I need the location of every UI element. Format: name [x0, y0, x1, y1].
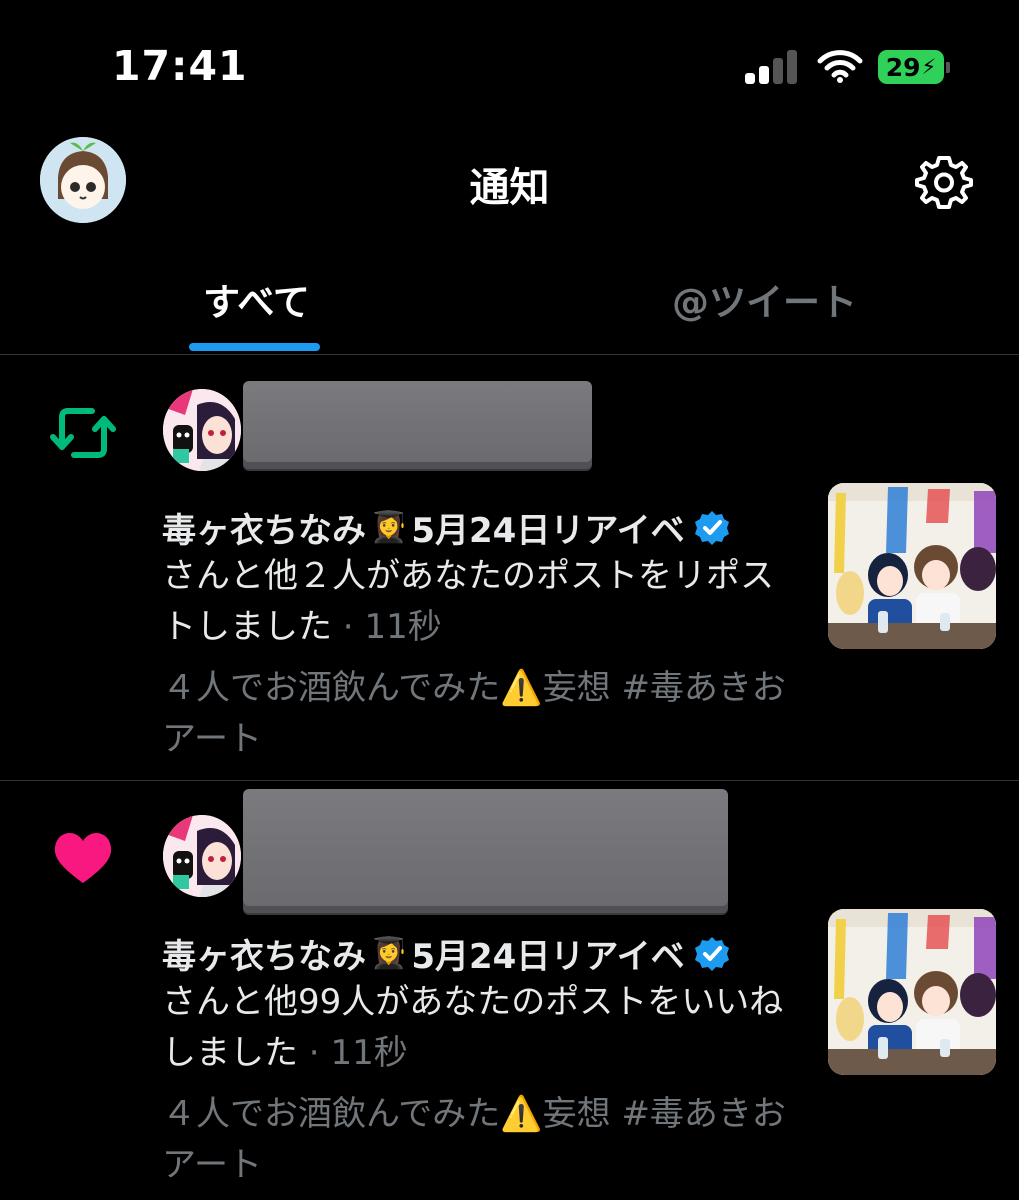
page-title: 通知 [469, 165, 550, 211]
student-emoji: 👩‍🎓 [370, 936, 408, 971]
notification-item[interactable]: 毒ヶ衣ちなみ 👩‍🎓 5月24日リアイベ さんと他２人があなたのポストをリポスト… [0, 355, 1019, 781]
verified-badge-icon [694, 510, 729, 545]
notification-message: さんと他99人があなたのポストをいいねしました [162, 982, 784, 1073]
character-avatar-image [163, 815, 241, 897]
redacted-name-block [243, 381, 592, 469]
actor-name: 毒ヶ衣ちなみ [162, 937, 366, 977]
charging-bolt-icon: ⚡ [921, 55, 937, 79]
repost-icon [50, 408, 116, 458]
post-thumbnail[interactable] [828, 483, 996, 649]
actor-avatar[interactable] [163, 815, 241, 897]
tab-mentions[interactable]: @ツイート [672, 272, 857, 326]
illustration-thumbnail-image [828, 483, 996, 649]
selected-tab-indicator [189, 343, 320, 351]
post-preview-text: ４人でお酒飲んでみた⚠️妄想 #毒あきおアート [162, 1094, 786, 1185]
notification-message: さんと他２人があなたのポストをリポストしました [162, 556, 774, 647]
status-bar: 17:41 29 ⚡ [0, 0, 1019, 130]
post-thumbnail[interactable] [828, 909, 996, 1075]
notification-time: 11秒 [364, 607, 442, 647]
actor-name-suffix: 5月24日リアイベ [411, 937, 685, 977]
illustration-thumbnail-image [828, 909, 996, 1075]
verified-badge-icon [694, 936, 729, 971]
gear-icon[interactable] [914, 152, 974, 212]
notification-text: さんと他２人があなたのポストをリポストしました · 11秒 [162, 556, 774, 647]
heart-icon [54, 832, 112, 883]
battery-tip [946, 62, 950, 73]
actor-name-line[interactable]: 毒ヶ衣ちなみ 👩‍🎓 5月24日リアイベ [162, 929, 731, 978]
tab-all[interactable]: すべて [203, 272, 310, 326]
actor-name-suffix: 5月24日リアイベ [411, 511, 685, 551]
cellular-signal-icon [745, 50, 797, 84]
post-preview-text: ４人でお酒飲んでみた⚠️妄想 #毒あきおアート [162, 668, 786, 759]
redacted-name-block [243, 789, 728, 913]
student-emoji: 👩‍🎓 [370, 510, 408, 545]
status-time: 17:41 [112, 42, 248, 90]
notification-text: さんと他99人があなたのポストをいいねしました · 11秒 [162, 982, 784, 1073]
actor-name: 毒ヶ衣ちなみ [162, 511, 366, 551]
wifi-icon [817, 50, 863, 83]
character-avatar-image [163, 389, 241, 471]
notification-time: 11秒 [330, 1033, 408, 1073]
actor-name-line[interactable]: 毒ヶ衣ちなみ 👩‍🎓 5月24日リアイベ [162, 503, 731, 552]
notification-item[interactable]: 毒ヶ衣ちなみ 👩‍🎓 5月24日リアイベ さんと他99人があなたのポストをいいね… [0, 781, 1019, 1200]
actor-avatar[interactable] [163, 389, 241, 471]
battery-indicator: 29 ⚡ [878, 50, 944, 84]
battery-percent: 29 [885, 52, 921, 82]
notification-tabs: すべて @ツイート [0, 250, 1019, 355]
